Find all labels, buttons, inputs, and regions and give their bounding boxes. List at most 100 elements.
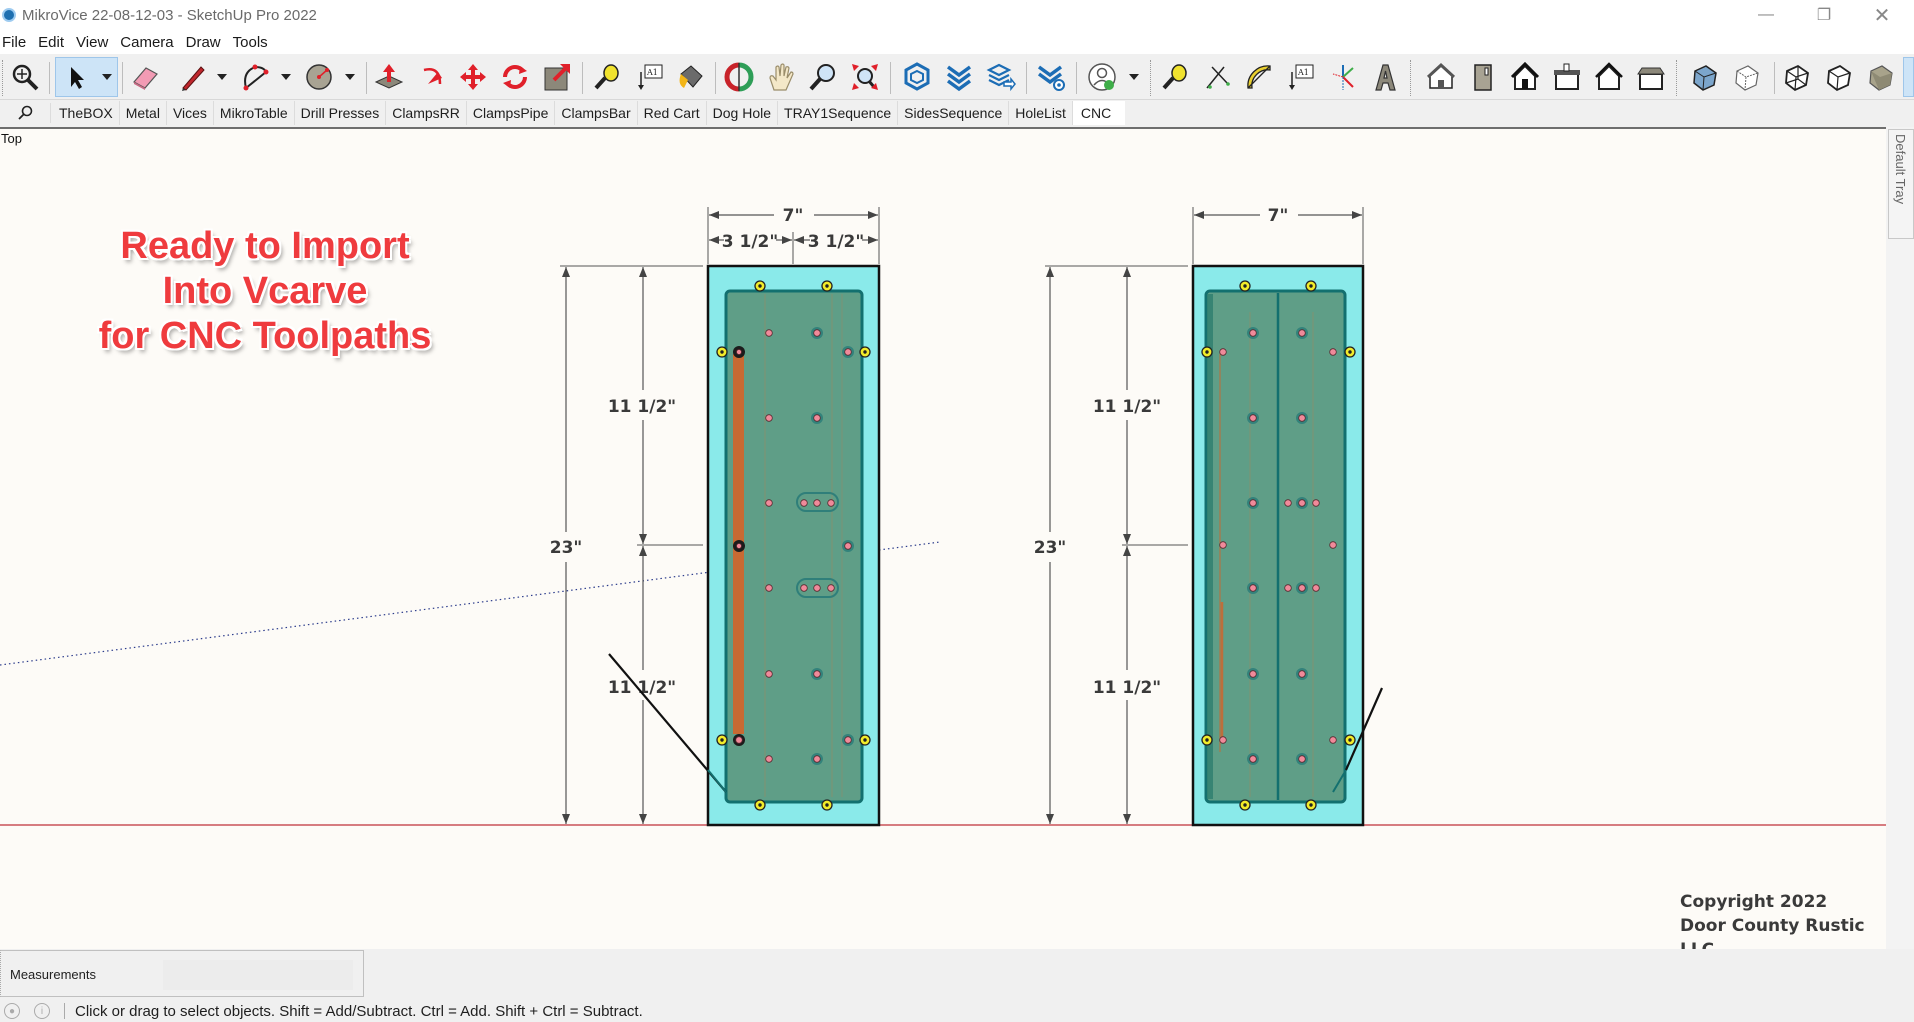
tab-holelist[interactable]: HoleList	[1009, 101, 1073, 125]
arc-icon[interactable]	[238, 60, 272, 94]
text-icon[interactable]: A1	[633, 60, 667, 94]
panel-right[interactable]: 7" 23" 11 1/2" 11 1/2"	[1034, 206, 1384, 827]
svg-text:A1: A1	[646, 68, 658, 77]
tape-measure-icon[interactable]	[1158, 60, 1192, 94]
tab-mikrotable[interactable]: MikroTable	[214, 101, 295, 125]
tab-dog-hole[interactable]: Dog Hole	[707, 101, 779, 125]
default-tray-tab[interactable]: Default Tray	[1888, 129, 1914, 239]
left-view-icon[interactable]	[1634, 60, 1668, 94]
panel-inner-pocket	[1204, 289, 1347, 804]
tab-drill-presses[interactable]: Drill Presses	[295, 101, 387, 125]
circle-icon[interactable]	[302, 60, 336, 94]
status-text: Click or drag to select objects. Shift =…	[75, 1002, 643, 1020]
menu-edit[interactable]: Edit	[36, 34, 70, 51]
3d-warehouse-icon[interactable]	[900, 60, 934, 94]
title-bar: MikroVice 22-08-12-03 - SketchUp Pro 202…	[0, 0, 1914, 30]
pan-icon[interactable]	[764, 60, 798, 94]
account-dropdown-icon[interactable]	[1129, 74, 1139, 80]
push-pull-icon[interactable]	[372, 60, 406, 94]
geolocation-icon[interactable]: ●	[4, 1003, 20, 1019]
shape-dropdown-icon[interactable]	[345, 74, 355, 80]
status-divider	[64, 1003, 65, 1019]
pencil-line-icon[interactable]	[175, 60, 209, 94]
select-dropdown-icon[interactable]	[102, 74, 112, 80]
main-toolbar: A1 A1	[0, 54, 1914, 100]
tab-cnc[interactable]: CNC	[1072, 101, 1126, 125]
tab-clampspipe[interactable]: ClampsPipe	[467, 101, 556, 125]
shaded-icon[interactable]	[1864, 60, 1898, 94]
wireframe-icon[interactable]	[1780, 60, 1814, 94]
tab-tray1sequence[interactable]: TRAY1Sequence	[778, 101, 899, 125]
follow-me-icon[interactable]	[414, 60, 448, 94]
copyright-line: Copyright 2022	[1680, 892, 1828, 912]
layout-send-icon[interactable]	[984, 60, 1018, 94]
tab-sidessequence[interactable]: SidesSequence	[898, 101, 1010, 125]
overlay-line: Into Vcarve	[162, 270, 368, 312]
tape-measure-icon[interactable]	[590, 60, 624, 94]
dim-half-label: 3 1/2"	[808, 232, 864, 252]
3d-text-icon[interactable]	[1368, 60, 1402, 94]
menu-file[interactable]: File	[0, 34, 32, 51]
restore-button[interactable]: ❐	[1794, 0, 1854, 30]
tray-label: Default Tray	[1893, 134, 1908, 205]
overlay-line: Ready to Import	[120, 225, 410, 267]
menu-camera[interactable]: Camera	[118, 34, 179, 51]
tray-gutter	[1886, 127, 1914, 949]
front-view-icon[interactable]	[1508, 60, 1542, 94]
line-dropdown-icon[interactable]	[217, 74, 227, 80]
move-icon[interactable]	[456, 60, 490, 94]
drawing-viewport[interactable]: Top 7" 3 1/2" 3 1/2" 23" 11 1/2" 11 1/2"…	[0, 127, 1886, 949]
dim-section-label: 11 1/2"	[608, 397, 676, 417]
arc-dropdown-icon[interactable]	[281, 74, 291, 80]
window-title: MikroVice 22-08-12-03 - SketchUp Pro 202…	[22, 6, 317, 24]
dim-section-label: 11 1/2"	[608, 678, 676, 698]
protractor-icon[interactable]	[1242, 60, 1276, 94]
tab-clampsbar[interactable]: ClampsBar	[555, 101, 638, 125]
credits-icon[interactable]: i	[34, 1003, 50, 1019]
minimize-button[interactable]: —	[1736, 0, 1796, 30]
tab-thebox[interactable]: TheBOX	[53, 101, 120, 125]
measurements-input[interactable]	[163, 960, 353, 990]
axes-icon[interactable]	[1326, 60, 1360, 94]
dim-section-label: 11 1/2"	[1093, 397, 1161, 417]
panel-left[interactable]: 7" 3 1/2" 3 1/2" 23" 11 1/2" 11 1/2"	[550, 206, 881, 827]
xray-icon[interactable]	[1688, 60, 1722, 94]
close-button[interactable]: ✕	[1852, 0, 1912, 30]
back-view-icon[interactable]	[1592, 60, 1626, 94]
select-icon[interactable]	[60, 60, 94, 94]
status-bar: ● i Click or drag to select objects. Shi…	[0, 1000, 1914, 1022]
dimension-icon[interactable]	[1200, 60, 1234, 94]
scale-icon[interactable]	[540, 60, 574, 94]
close-icon: ✕	[1873, 4, 1891, 27]
zoom-window-icon[interactable]	[848, 60, 882, 94]
text-icon[interactable]: A1	[1284, 60, 1318, 94]
copyright-line: Door County Rustic LLC	[1680, 916, 1865, 949]
menu-view[interactable]: View	[74, 34, 114, 51]
extension-warehouse-icon[interactable]	[942, 60, 976, 94]
menu-bar: File Edit View Camera Draw Tools	[0, 30, 1914, 54]
tab-clampsrr[interactable]: ClampsRR	[386, 101, 467, 125]
eraser-icon[interactable]	[128, 60, 162, 94]
tab-red-cart[interactable]: Red Cart	[638, 101, 707, 125]
right-view-icon[interactable]	[1550, 60, 1584, 94]
zoom-extents-icon[interactable]	[8, 60, 42, 94]
hidden-line-icon[interactable]	[1822, 60, 1856, 94]
zoom-icon[interactable]	[806, 60, 840, 94]
top-view-icon[interactable]	[1466, 60, 1500, 94]
tab-vices[interactable]: Vices	[167, 101, 214, 125]
extension-manager-icon[interactable]	[1034, 60, 1068, 94]
account-icon[interactable]	[1085, 60, 1119, 94]
paint-bucket-icon[interactable]	[673, 60, 707, 94]
dim-half-label: 3 1/2"	[722, 232, 778, 252]
tab-metal[interactable]: Metal	[120, 101, 167, 125]
menu-tools[interactable]: Tools	[231, 34, 274, 51]
tab-search-button[interactable]	[0, 101, 50, 125]
iso-view-icon[interactable]	[1424, 60, 1458, 94]
menu-draw[interactable]: Draw	[184, 34, 227, 51]
back-edges-icon[interactable]	[1730, 60, 1764, 94]
orbit-icon[interactable]	[722, 60, 756, 94]
measurements-label: Measurements	[10, 967, 96, 982]
shaded-with-textures-button[interactable]	[1903, 57, 1914, 97]
rotate-icon[interactable]	[498, 60, 532, 94]
measurements-box: Measurements	[0, 950, 364, 997]
